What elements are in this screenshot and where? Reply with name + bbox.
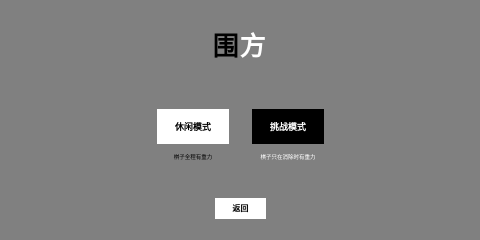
casual-mode-label: 休闲模式 [174,123,211,133]
back-button[interactable]: 返回 [215,198,266,219]
challenge-mode-description: 棋子只在消除时有重力 [260,155,316,161]
back-button-label: 返回 [232,204,249,213]
title-char-black: 围 [212,32,240,62]
challenge-mode-button[interactable]: 挑战模式 [252,109,324,144]
title-char-white: 方 [240,32,268,62]
casual-mode-button[interactable]: 休闲模式 [157,109,229,144]
game-title: 围方 [0,27,480,67]
challenge-mode-label: 挑战模式 [269,123,306,133]
casual-mode-description: 棋子全程有重力 [173,155,213,161]
